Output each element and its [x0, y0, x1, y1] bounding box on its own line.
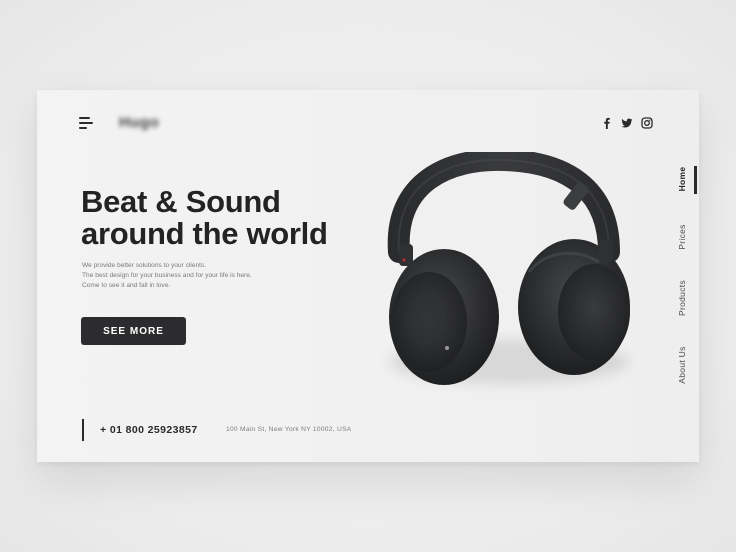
nav-item-products[interactable]: Products	[677, 266, 687, 330]
social-links	[601, 117, 653, 129]
hero-title-line-1: Beat & Sound	[81, 184, 281, 219]
page-background: Hugo Beat & Sound around the world We pr…	[0, 0, 736, 552]
hamburger-menu-icon[interactable]	[79, 117, 93, 129]
twitter-icon[interactable]	[621, 117, 633, 129]
hero-title-line-2: around the world	[81, 216, 328, 251]
instagram-icon[interactable]	[641, 117, 653, 129]
landing-card: Hugo Beat & Sound around the world We pr…	[37, 90, 699, 462]
phone-divider	[82, 419, 84, 441]
nav-item-home[interactable]: Home	[677, 159, 687, 199]
headphones-image	[387, 152, 630, 385]
address-text: 100 Main St, New York NY 10002, USA	[226, 426, 352, 433]
see-more-button[interactable]: SEE MORE	[81, 317, 186, 345]
phone-number[interactable]: + 01 800 25923857	[100, 424, 198, 436]
nav-item-prices[interactable]: Prices	[677, 213, 687, 261]
hero-description-line-3: Come to see it and fall in love.	[82, 282, 171, 289]
hero-description: We provide better solutions to your clie…	[82, 261, 252, 291]
hero-title: Beat & Sound around the world	[81, 186, 328, 250]
hero-description-line-2: The best design for your business and fo…	[82, 272, 252, 279]
hero-description-line-1: We provide better solutions to your clie…	[82, 262, 207, 269]
active-nav-indicator	[694, 166, 697, 194]
nav-item-about-us[interactable]: About Us	[677, 333, 687, 397]
brand-logo[interactable]: Hugo	[119, 114, 159, 131]
facebook-icon[interactable]	[601, 117, 613, 129]
